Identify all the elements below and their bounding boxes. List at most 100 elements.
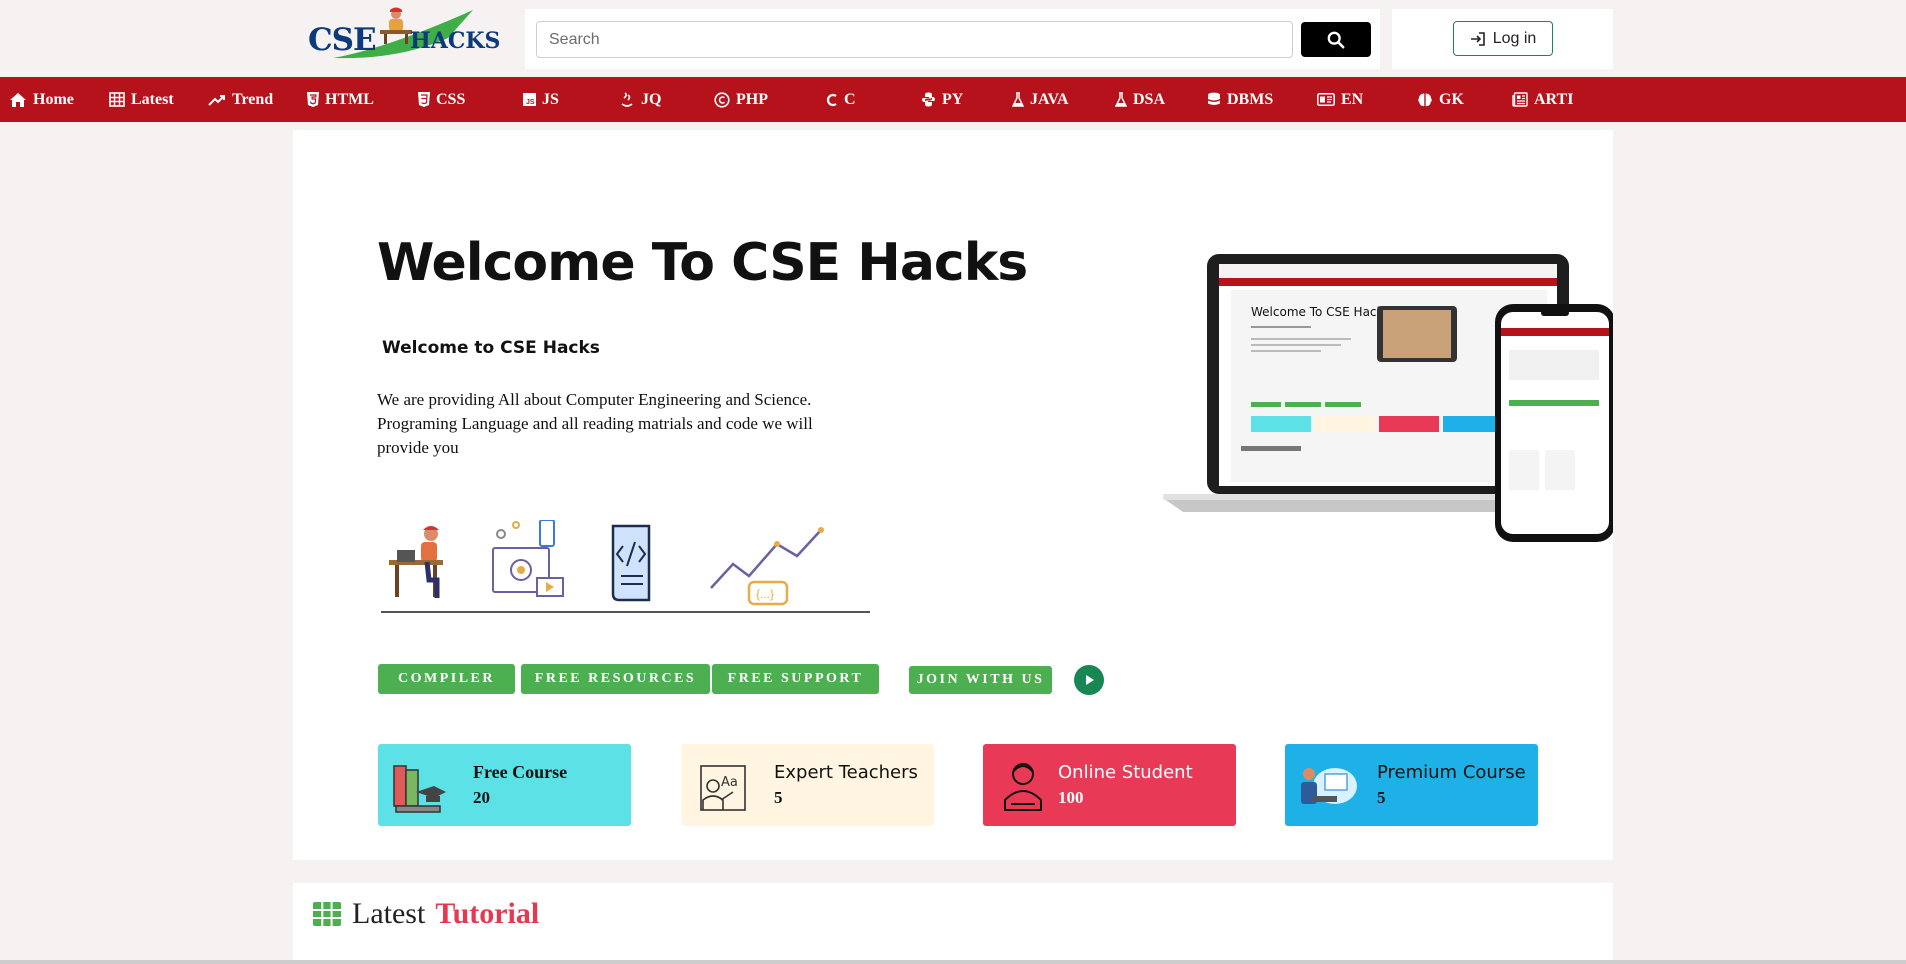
svg-text:Welcome To CSE Hacks: Welcome To CSE Hacks bbox=[1251, 305, 1390, 319]
svg-text:Aa: Aa bbox=[721, 775, 738, 790]
id-card-icon bbox=[1317, 93, 1335, 106]
latest-prefix: Latest bbox=[352, 897, 426, 930]
hero-section: Welcome To CSE Hacks Welcome to CSE Hack… bbox=[293, 130, 1613, 860]
nav-label-css: CSS bbox=[436, 90, 466, 108]
nav-item-java[interactable]: JAVA bbox=[1012, 77, 1069, 122]
join-with-us-button[interactable]: JOIN WITH US bbox=[909, 666, 1052, 694]
table-icon bbox=[109, 92, 125, 107]
nav-item-dbms[interactable]: DBMS bbox=[1207, 77, 1273, 122]
illustration-divider bbox=[381, 611, 870, 613]
nav-item-en[interactable]: EN bbox=[1317, 77, 1363, 122]
free-support-button[interactable]: FREE SUPPORT bbox=[712, 664, 879, 694]
nav-label-latest: Latest bbox=[131, 90, 174, 108]
site-logo[interactable]: CSE HACKS bbox=[308, 6, 501, 70]
brain-icon bbox=[1418, 93, 1432, 106]
nav-label-jq: JQ bbox=[641, 90, 662, 108]
nav-item-dsa[interactable]: DSA bbox=[1115, 77, 1165, 122]
nav-label-js: JS bbox=[542, 90, 559, 108]
stat-value-online-student: 100 bbox=[1058, 788, 1084, 807]
hero-subtitle: Welcome to CSE Hacks bbox=[382, 338, 600, 358]
css3-icon bbox=[418, 92, 430, 107]
nav-label-gk: GK bbox=[1439, 90, 1464, 108]
nav-label-java: JAVA bbox=[1030, 90, 1069, 108]
nav-label-dbms: DBMS bbox=[1227, 90, 1274, 108]
stat-value-free-course: 20 bbox=[473, 788, 490, 807]
flask-icon bbox=[1012, 91, 1024, 107]
python-icon bbox=[922, 92, 935, 107]
play-button[interactable] bbox=[1074, 665, 1104, 695]
search-icon bbox=[1327, 31, 1345, 48]
nav-item-css[interactable]: CSS bbox=[418, 77, 465, 122]
nav-label-php: PHP bbox=[736, 90, 768, 108]
copyright-icon bbox=[714, 91, 730, 108]
js-icon: JS bbox=[523, 93, 536, 106]
sign-in-icon bbox=[1470, 31, 1485, 46]
person-at-desk-icon bbox=[389, 526, 443, 598]
stat-title-expert-teachers: Expert Teachers bbox=[774, 762, 918, 783]
page-scrollbar-edge bbox=[0, 960, 1906, 964]
play-icon bbox=[1086, 675, 1094, 685]
stat-card-expert-teachers[interactable]: Aa Expert Teachers 5 bbox=[681, 744, 934, 826]
latest-accent: Tutorial bbox=[435, 897, 540, 930]
stat-title-premium-course: Premium Course bbox=[1377, 762, 1526, 783]
nav-item-trend[interactable]: Trend bbox=[208, 77, 273, 122]
c-icon bbox=[826, 93, 837, 106]
nav-item-jq[interactable]: JQ bbox=[619, 77, 661, 122]
stat-card-free-course[interactable]: Free Course 20 bbox=[378, 744, 631, 826]
nav-label-arti: ARTI bbox=[1534, 90, 1574, 108]
stat-card-online-student[interactable]: Online Student 100 bbox=[983, 744, 1236, 826]
teacher-board-icon: Aa bbox=[700, 765, 746, 811]
nav-item-home[interactable]: Home bbox=[9, 77, 74, 122]
stat-value-expert-teachers: 5 bbox=[774, 788, 783, 807]
nav-label-home: Home bbox=[33, 90, 74, 108]
code-scroll-icon bbox=[611, 524, 651, 602]
stat-title-free-course: Free Course bbox=[473, 762, 568, 782]
top-header: CSE HACKS Log in bbox=[0, 0, 1906, 77]
java-cup-icon bbox=[621, 91, 633, 107]
free-resources-button[interactable]: FREE RESOURCES bbox=[521, 664, 710, 694]
nav-label-html: HTML bbox=[325, 90, 374, 108]
search-button[interactable] bbox=[1301, 22, 1371, 57]
books-graduation-icon bbox=[393, 765, 446, 813]
nav-item-html[interactable]: HTML bbox=[307, 77, 374, 122]
compiler-button[interactable]: COMPILER bbox=[378, 664, 515, 694]
trend-icon bbox=[208, 94, 225, 106]
nav-label-dsa: DSA bbox=[1133, 90, 1166, 108]
growth-chart-icon: {...} bbox=[710, 527, 824, 606]
database-icon bbox=[1208, 92, 1220, 105]
nav-label-c: C bbox=[844, 90, 856, 108]
nav-item-php[interactable]: PHP bbox=[714, 77, 768, 122]
nav-item-gk[interactable]: GK bbox=[1417, 77, 1464, 122]
premium-course-icon bbox=[1301, 768, 1357, 804]
search-input[interactable] bbox=[536, 21, 1293, 58]
latest-tutorial-section: Latest Tutorial bbox=[293, 883, 1613, 964]
html5-icon bbox=[307, 92, 319, 107]
logo-text-hacks: HACKS bbox=[410, 28, 501, 54]
svg-text:{...}: {...} bbox=[756, 587, 774, 601]
nav-item-c[interactable]: C bbox=[826, 77, 856, 122]
hero-illustration: {...} bbox=[389, 520, 824, 606]
devices-mockup-image: Welcome To CSE Hacks bbox=[1163, 254, 1613, 542]
nav-label-trend: Trend bbox=[232, 90, 274, 108]
computer-settings-icon bbox=[492, 520, 564, 597]
login-label: Log in bbox=[1492, 29, 1537, 47]
search-bar bbox=[525, 9, 1380, 69]
nav-label-en: EN bbox=[1341, 90, 1364, 108]
login-button[interactable]: Log in bbox=[1453, 21, 1553, 56]
hero-title: Welcome To CSE Hacks bbox=[377, 233, 1028, 293]
nav-label-py: PY bbox=[942, 90, 964, 108]
flask-icon bbox=[1115, 91, 1127, 107]
nav-item-arti[interactable]: ARTI bbox=[1512, 77, 1573, 122]
nav-item-latest[interactable]: Latest bbox=[109, 77, 174, 122]
student-icon bbox=[1004, 763, 1042, 811]
stat-title-online-student: Online Student bbox=[1058, 762, 1193, 783]
latest-tutorial-heading: Latest Tutorial bbox=[312, 897, 539, 931]
nav-item-js[interactable]: JS JS bbox=[523, 77, 559, 122]
logo-text-cse: CSE bbox=[308, 22, 377, 58]
stat-card-premium-course[interactable]: Premium Course 5 bbox=[1285, 744, 1538, 826]
stat-value-premium-course: 5 bbox=[1377, 788, 1386, 807]
home-icon bbox=[10, 92, 26, 107]
nav-item-py[interactable]: PY bbox=[921, 77, 963, 122]
svg-text:JS: JS bbox=[526, 99, 535, 106]
main-nav: Home Latest Trend HTML CSS JS JS JQ PHP … bbox=[0, 77, 1906, 122]
